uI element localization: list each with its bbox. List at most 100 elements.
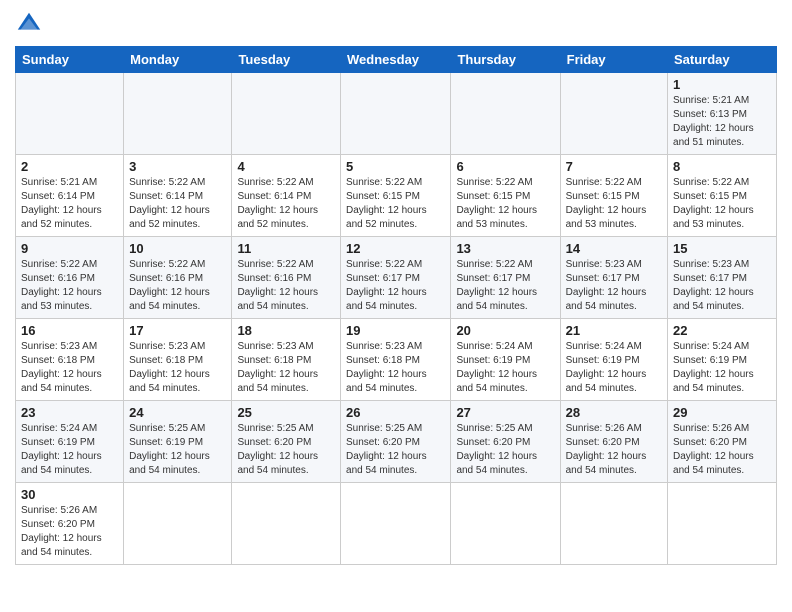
calendar-cell: 5Sunrise: 5:22 AMSunset: 6:15 PMDaylight… xyxy=(341,155,451,237)
calendar-cell: 6Sunrise: 5:22 AMSunset: 6:15 PMDaylight… xyxy=(451,155,560,237)
day-info: Sunrise: 5:25 AMSunset: 6:20 PMDaylight:… xyxy=(237,422,335,478)
day-number: 20 xyxy=(456,323,554,338)
calendar-cell: 30Sunrise: 5:26 AMSunset: 6:20 PMDayligh… xyxy=(16,483,124,565)
day-info: Sunrise: 5:26 AMSunset: 6:20 PMDaylight:… xyxy=(566,422,662,478)
day-info: Sunrise: 5:24 AMSunset: 6:19 PMDaylight:… xyxy=(21,422,118,478)
calendar-cell: 8 Sunrise: 5:22 AMSunset: 6:15 PMDaylight… xyxy=(668,155,777,237)
calendar-cell: 24Sunrise: 5:25 AMSunset: 6:19 PMDayligh… xyxy=(124,401,232,483)
day-info: Sunrise: 5:23 AMSunset: 6:18 PMDaylight:… xyxy=(129,340,226,396)
calendar-week-5: 23 Sunrise: 5:24 AMSunset: 6:19 PMDayligh… xyxy=(16,401,777,483)
calendar-cell xyxy=(124,73,232,155)
day-info: Sunrise: 5:22 AMSunset: 6:14 PMDaylight:… xyxy=(237,176,335,232)
weekday-header-monday: Monday xyxy=(124,47,232,73)
day-number: 1 xyxy=(673,77,771,92)
page: SundayMondayTuesdayWednesdayThursdayFrid… xyxy=(0,0,792,612)
day-number: 12 xyxy=(346,241,445,256)
day-number: 5 xyxy=(346,159,445,174)
day-info: Sunrise: 5:26 AMSunset: 6:20 PMDaylight:… xyxy=(21,504,118,560)
day-info: Sunrise: 5:22 AMSunset: 6:15 PMDaylight:… xyxy=(566,176,662,232)
calendar-cell xyxy=(560,73,667,155)
day-number: 21 xyxy=(566,323,662,338)
header xyxy=(15,10,777,38)
day-info: Sunrise: 5:22 AMSunset: 6:17 PMDaylight:… xyxy=(346,258,445,314)
calendar-cell: 16 Sunrise: 5:23 AMSunset: 6:18 PMDayligh… xyxy=(16,319,124,401)
calendar-cell xyxy=(451,73,560,155)
day-number: 29 xyxy=(673,405,771,420)
calendar-week-4: 16 Sunrise: 5:23 AMSunset: 6:18 PMDayligh… xyxy=(16,319,777,401)
calendar-cell: 9Sunrise: 5:22 AMSunset: 6:16 PMDaylight… xyxy=(16,237,124,319)
calendar-cell xyxy=(341,483,451,565)
logo-icon xyxy=(15,10,43,38)
calendar-cell: 3 Sunrise: 5:22 AMSunset: 6:14 PMDaylight… xyxy=(124,155,232,237)
calendar-cell: 19Sunrise: 5:23 AMSunset: 6:18 PMDayligh… xyxy=(341,319,451,401)
calendar-cell xyxy=(560,483,667,565)
day-info: Sunrise: 5:25 AMSunset: 6:19 PMDaylight:… xyxy=(129,422,226,478)
calendar-cell: 4Sunrise: 5:22 AMSunset: 6:14 PMDaylight… xyxy=(232,155,341,237)
weekday-header-thursday: Thursday xyxy=(451,47,560,73)
day-number: 7 xyxy=(566,159,662,174)
day-number: 16 xyxy=(21,323,118,338)
day-number: 11 xyxy=(237,241,335,256)
calendar-table: SundayMondayTuesdayWednesdayThursdayFrid… xyxy=(15,46,777,565)
day-info: Sunrise: 5:22 AMSunset: 6:16 PMDaylight:… xyxy=(237,258,335,314)
day-number: 25 xyxy=(237,405,335,420)
day-info: Sunrise: 5:24 AMSunset: 6:19 PMDaylight:… xyxy=(456,340,554,396)
calendar-week-6: 30Sunrise: 5:26 AMSunset: 6:20 PMDayligh… xyxy=(16,483,777,565)
day-number: 27 xyxy=(456,405,554,420)
day-info: Sunrise: 5:21 AMSunset: 6:13 PMDaylight:… xyxy=(673,94,771,150)
day-number: 22 xyxy=(673,323,771,338)
day-info: Sunrise: 5:22 AMSunset: 6:14 PMDaylight:… xyxy=(129,176,226,232)
calendar-cell: 26 Sunrise: 5:25 AMSunset: 6:20 PMDayligh… xyxy=(341,401,451,483)
weekday-header-row: SundayMondayTuesdayWednesdayThursdayFrid… xyxy=(16,47,777,73)
day-number: 18 xyxy=(237,323,335,338)
weekday-header-wednesday: Wednesday xyxy=(341,47,451,73)
day-info: Sunrise: 5:25 AMSunset: 6:20 PMDaylight:… xyxy=(456,422,554,478)
calendar-cell xyxy=(668,483,777,565)
day-info: Sunrise: 5:22 AMSunset: 6:15 PMDaylight:… xyxy=(456,176,554,232)
calendar-week-2: 2 Sunrise: 5:21 AMSunset: 6:14 PMDaylight… xyxy=(16,155,777,237)
logo xyxy=(15,10,47,38)
calendar-cell: 13Sunrise: 5:22 AMSunset: 6:17 PMDayligh… xyxy=(451,237,560,319)
day-info: Sunrise: 5:23 AMSunset: 6:17 PMDaylight:… xyxy=(566,258,662,314)
calendar-cell: 21 Sunrise: 5:24 AMSunset: 6:19 PMDayligh… xyxy=(560,319,667,401)
day-number: 8 xyxy=(673,159,771,174)
calendar-cell: 18 Sunrise: 5:23 AMSunset: 6:18 PMDayligh… xyxy=(232,319,341,401)
day-info: Sunrise: 5:21 AMSunset: 6:14 PMDaylight:… xyxy=(21,176,118,232)
calendar-cell: 22 Sunrise: 5:24 AMSunset: 6:19 PMDayligh… xyxy=(668,319,777,401)
day-info: Sunrise: 5:23 AMSunset: 6:18 PMDaylight:… xyxy=(21,340,118,396)
calendar-cell xyxy=(451,483,560,565)
day-info: Sunrise: 5:22 AMSunset: 6:16 PMDaylight:… xyxy=(129,258,226,314)
calendar-cell: 28Sunrise: 5:26 AMSunset: 6:20 PMDayligh… xyxy=(560,401,667,483)
day-number: 26 xyxy=(346,405,445,420)
calendar-cell xyxy=(232,73,341,155)
day-info: Sunrise: 5:24 AMSunset: 6:19 PMDaylight:… xyxy=(566,340,662,396)
day-number: 10 xyxy=(129,241,226,256)
calendar-cell xyxy=(232,483,341,565)
day-info: Sunrise: 5:22 AMSunset: 6:17 PMDaylight:… xyxy=(456,258,554,314)
day-number: 23 xyxy=(21,405,118,420)
calendar-cell: 17Sunrise: 5:23 AMSunset: 6:18 PMDayligh… xyxy=(124,319,232,401)
day-info: Sunrise: 5:25 AMSunset: 6:20 PMDaylight:… xyxy=(346,422,445,478)
calendar-cell xyxy=(124,483,232,565)
calendar-week-3: 9Sunrise: 5:22 AMSunset: 6:16 PMDaylight… xyxy=(16,237,777,319)
day-number: 14 xyxy=(566,241,662,256)
calendar-cell xyxy=(16,73,124,155)
day-info: Sunrise: 5:22 AMSunset: 6:15 PMDaylight:… xyxy=(673,176,771,232)
calendar-cell: 29Sunrise: 5:26 AMSunset: 6:20 PMDayligh… xyxy=(668,401,777,483)
day-number: 15 xyxy=(673,241,771,256)
weekday-header-sunday: Sunday xyxy=(16,47,124,73)
day-info: Sunrise: 5:23 AMSunset: 6:18 PMDaylight:… xyxy=(237,340,335,396)
calendar-cell: 23 Sunrise: 5:24 AMSunset: 6:19 PMDayligh… xyxy=(16,401,124,483)
calendar-cell: 27 Sunrise: 5:25 AMSunset: 6:20 PMDayligh… xyxy=(451,401,560,483)
day-info: Sunrise: 5:22 AMSunset: 6:16 PMDaylight:… xyxy=(21,258,118,314)
calendar-cell: 20 Sunrise: 5:24 AMSunset: 6:19 PMDayligh… xyxy=(451,319,560,401)
calendar-week-1: 1 Sunrise: 5:21 AMSunset: 6:13 PMDaylight… xyxy=(16,73,777,155)
calendar-cell: 7 Sunrise: 5:22 AMSunset: 6:15 PMDaylight… xyxy=(560,155,667,237)
day-number: 3 xyxy=(129,159,226,174)
weekday-header-friday: Friday xyxy=(560,47,667,73)
calendar-cell: 12 Sunrise: 5:22 AMSunset: 6:17 PMDayligh… xyxy=(341,237,451,319)
calendar-cell: 10 Sunrise: 5:22 AMSunset: 6:16 PMDayligh… xyxy=(124,237,232,319)
day-number: 2 xyxy=(21,159,118,174)
weekday-header-saturday: Saturday xyxy=(668,47,777,73)
day-info: Sunrise: 5:24 AMSunset: 6:19 PMDaylight:… xyxy=(673,340,771,396)
